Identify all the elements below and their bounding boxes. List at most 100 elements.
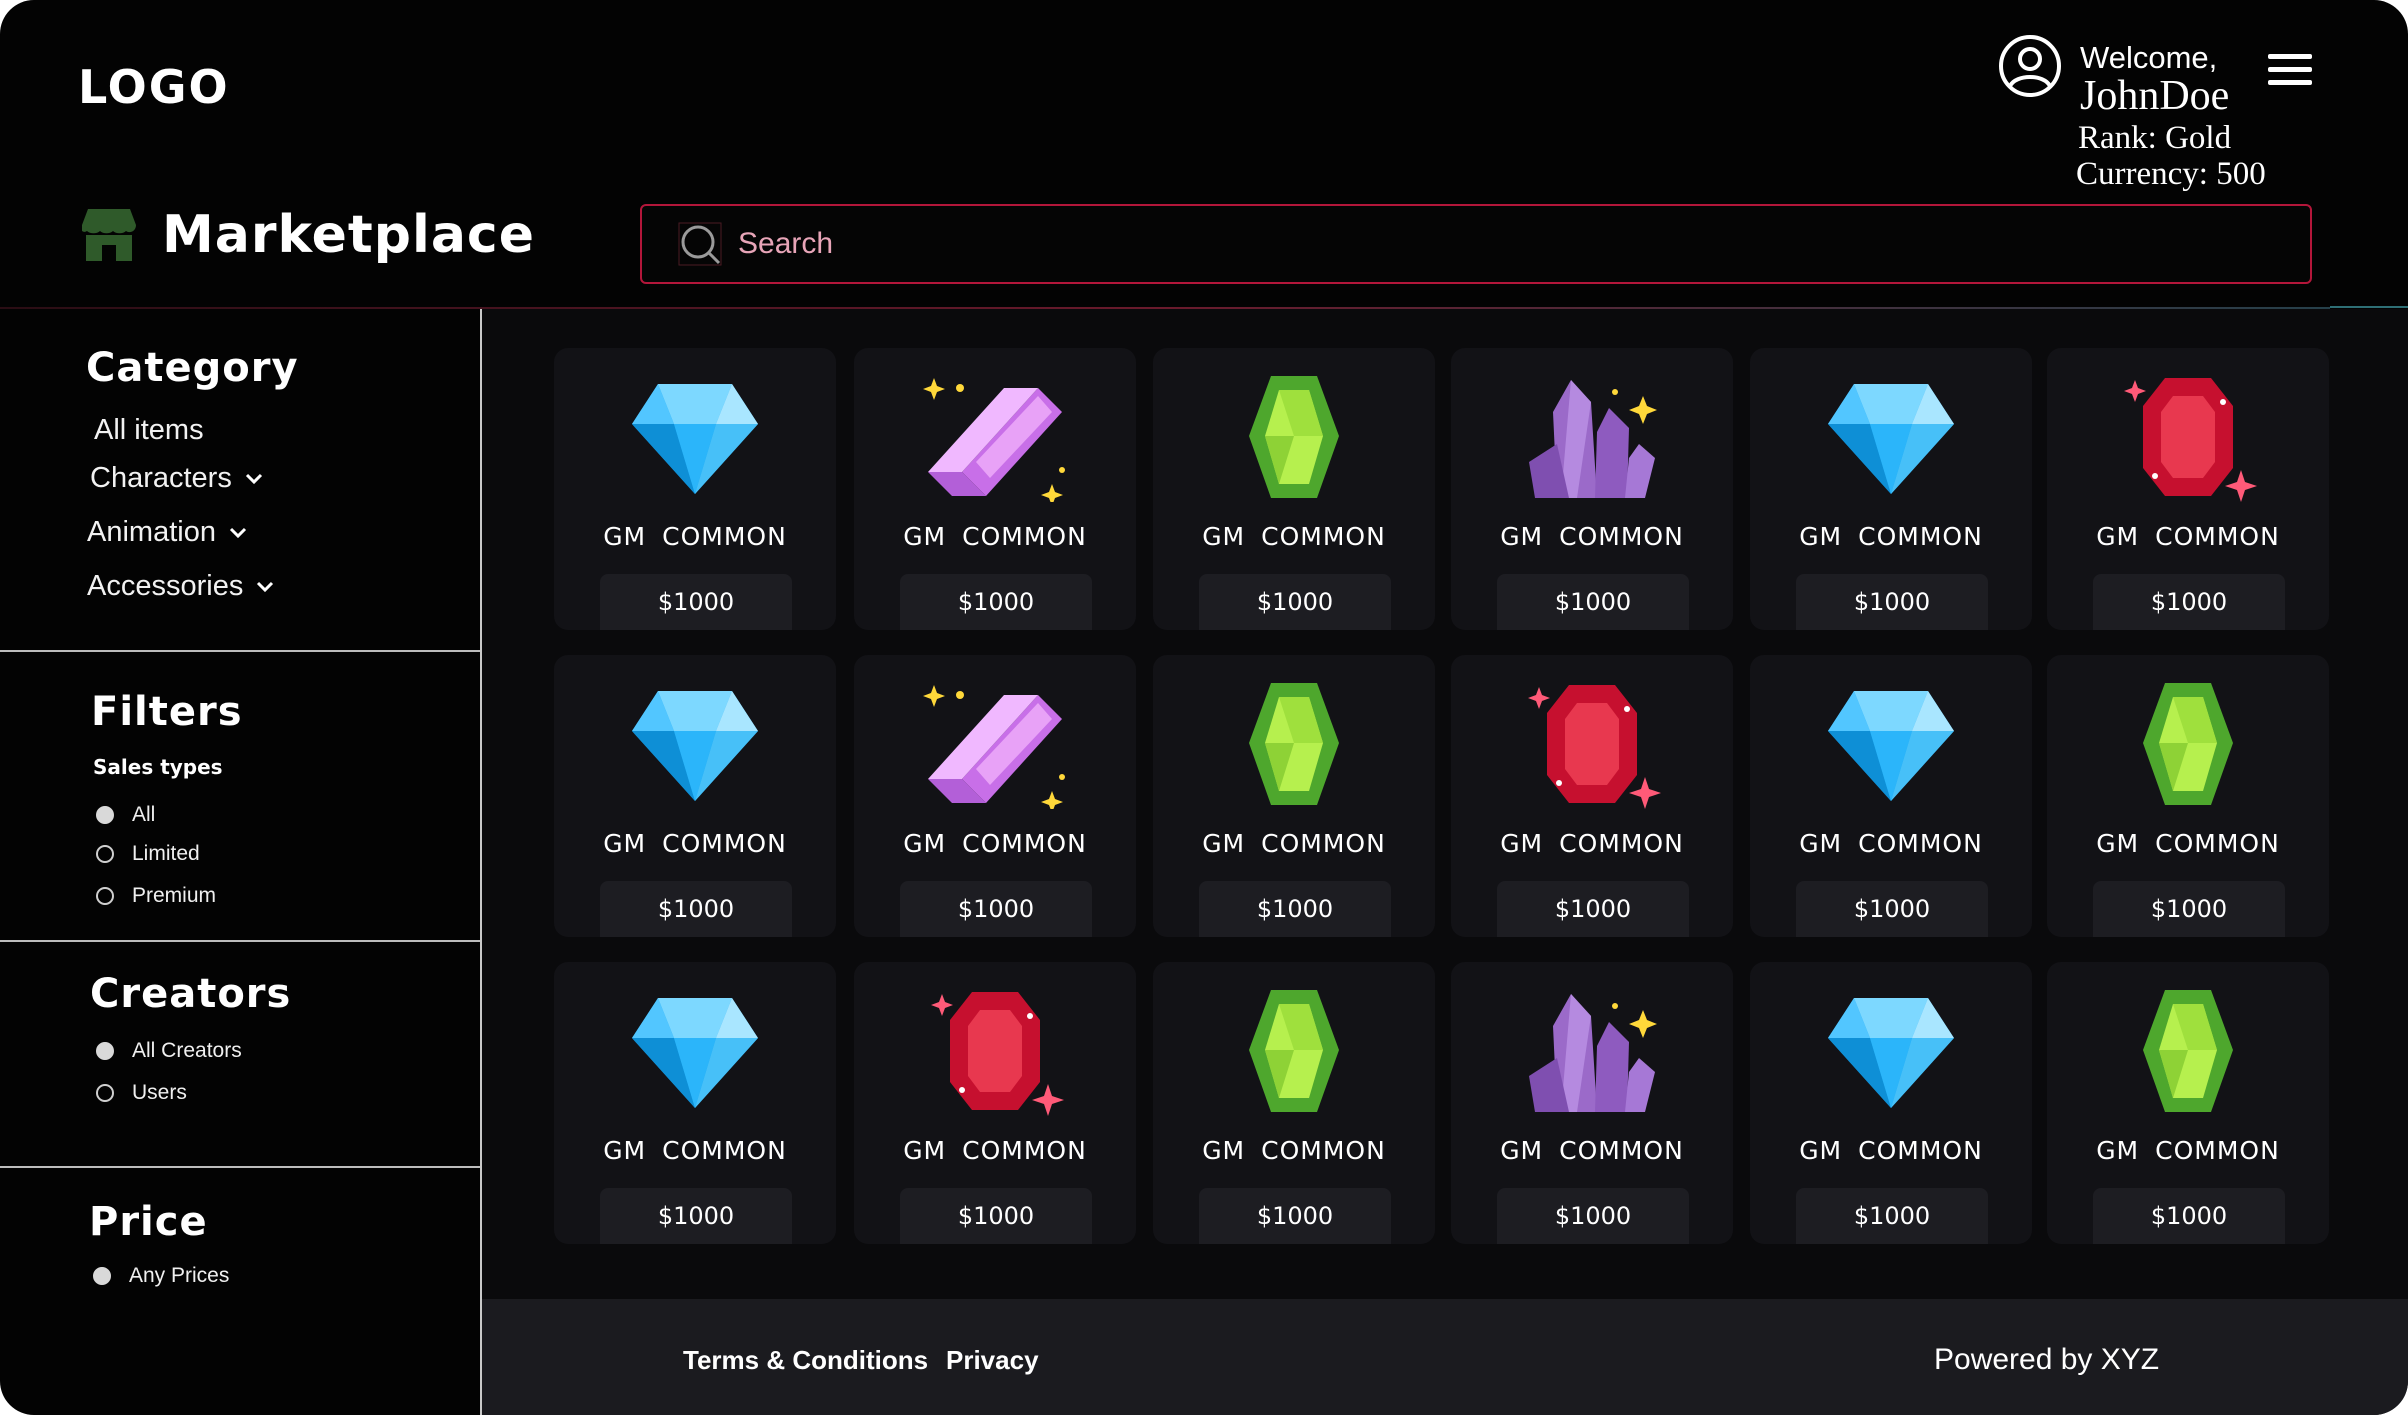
item-card[interactable]: GM COMMON $1000	[554, 655, 836, 937]
search-bar[interactable]	[640, 204, 2312, 284]
item-tag: GM COMMON	[854, 522, 1136, 551]
item-price-button[interactable]: $1000	[1796, 1188, 1988, 1244]
item-card[interactable]: GM COMMON $1000	[1153, 348, 1435, 630]
category-item-all-items[interactable]: All items	[94, 414, 204, 447]
radio-button-selected[interactable]	[96, 806, 114, 824]
filter-option-label: Limited	[132, 842, 200, 865]
creators-heading: Creators	[90, 971, 292, 1017]
category-item-animation[interactable]: Animation	[87, 516, 248, 549]
creator-option-users[interactable]: Users	[96, 1081, 187, 1105]
user-avatar-icon[interactable]	[1998, 34, 2062, 98]
category-item-label: Characters	[90, 462, 232, 494]
creator-option-label: All Creators	[132, 1039, 242, 1062]
item-price-button[interactable]: $1000	[600, 1188, 792, 1244]
item-price-button[interactable]: $1000	[900, 881, 1092, 937]
item-prefix: GM	[1500, 1136, 1544, 1165]
red-ruby-icon	[2113, 372, 2263, 502]
item-price-button[interactable]: $1000	[2093, 574, 2285, 630]
radio-button[interactable]	[96, 887, 114, 905]
item-price-button[interactable]: $1000	[1497, 574, 1689, 630]
item-prefix: GM	[903, 522, 947, 551]
logo[interactable]: LOGO	[78, 60, 230, 114]
sidebar-divider	[0, 1166, 480, 1168]
item-prefix: GM	[1799, 522, 1843, 551]
category-item-accessories[interactable]: Accessories	[87, 570, 275, 603]
filter-option-all[interactable]: All	[96, 803, 155, 827]
user-currency: Currency: 500	[2076, 156, 2266, 192]
item-card[interactable]: GM COMMON $1000	[1451, 655, 1733, 937]
item-price-button[interactable]: $1000	[1199, 1188, 1391, 1244]
pink-crystal-icon	[920, 372, 1070, 506]
item-card[interactable]: GM COMMON $1000	[2047, 348, 2329, 630]
item-price-button[interactable]: $1000	[1497, 1188, 1689, 1244]
item-card[interactable]: GM COMMON $1000	[554, 348, 836, 630]
item-rarity: COMMON	[1559, 1136, 1684, 1165]
item-tag: GM COMMON	[2047, 1136, 2329, 1165]
category-item-characters[interactable]: Characters	[90, 462, 264, 495]
item-card[interactable]: GM COMMON $1000	[1153, 655, 1435, 937]
item-card[interactable]: GM COMMON $1000	[1750, 655, 2032, 937]
item-price-button[interactable]: $1000	[1199, 881, 1391, 937]
item-price-button[interactable]: $1000	[2093, 1188, 2285, 1244]
filters-heading: Filters	[91, 689, 243, 735]
app-frame: LOGO Marketplace Welcome, JohnDoe Rank: …	[0, 0, 2408, 1415]
item-prefix: GM	[903, 829, 947, 858]
item-card[interactable]: GM COMMON $1000	[854, 348, 1136, 630]
filter-option-limited[interactable]: Limited	[96, 842, 200, 866]
item-price-button[interactable]: $1000	[1497, 881, 1689, 937]
item-prefix: GM	[1799, 829, 1843, 858]
item-price-button[interactable]: $1000	[2093, 881, 2285, 937]
item-card[interactable]: GM COMMON $1000	[1750, 348, 2032, 630]
item-rarity: COMMON	[1261, 1136, 1386, 1165]
blue-diamond-icon	[620, 372, 770, 502]
filter-option-premium[interactable]: Premium	[96, 884, 216, 908]
item-card[interactable]: GM COMMON $1000	[1750, 962, 2032, 1244]
item-card[interactable]: GM COMMON $1000	[2047, 655, 2329, 937]
item-tag: GM COMMON	[1750, 522, 2032, 551]
item-rarity: COMMON	[2155, 829, 2280, 858]
item-rarity: COMMON	[1858, 522, 1983, 551]
item-price-button[interactable]: $1000	[900, 574, 1092, 630]
item-prefix: GM	[1799, 1136, 1843, 1165]
item-price-button[interactable]: $1000	[900, 1188, 1092, 1244]
purple-crystal-cluster-icon	[1517, 372, 1667, 502]
item-price-button[interactable]: $1000	[600, 881, 792, 937]
radio-button[interactable]	[96, 1084, 114, 1102]
item-price-button[interactable]: $1000	[1796, 881, 1988, 937]
terms-link[interactable]: Terms & Conditions	[683, 1345, 928, 1376]
item-price-button[interactable]: $1000	[1199, 574, 1391, 630]
item-price-button[interactable]: $1000	[1796, 574, 1988, 630]
filter-option-label: Premium	[132, 884, 217, 907]
item-card[interactable]: GM COMMON $1000	[854, 962, 1136, 1244]
price-option-any[interactable]: Any Prices	[93, 1264, 229, 1288]
sidebar: Category All items Characters Animation …	[0, 309, 482, 1415]
item-card[interactable]: GM COMMON $1000	[1451, 348, 1733, 630]
item-tag: GM COMMON	[554, 522, 836, 551]
item-prefix: GM	[1500, 829, 1544, 858]
radio-button-selected[interactable]	[93, 1267, 111, 1285]
creator-option-all-creators[interactable]: All Creators	[96, 1039, 242, 1063]
item-card[interactable]: GM COMMON $1000	[854, 655, 1136, 937]
item-prefix: GM	[1202, 522, 1246, 551]
item-tag: GM COMMON	[854, 829, 1136, 858]
hamburger-menu-icon[interactable]	[2268, 52, 2312, 88]
page-title: Marketplace	[82, 205, 535, 265]
sidebar-divider	[0, 940, 480, 942]
item-tag: GM COMMON	[1750, 1136, 2032, 1165]
item-prefix: GM	[2096, 829, 2140, 858]
price-heading: Price	[89, 1199, 208, 1245]
privacy-link[interactable]: Privacy	[946, 1345, 1039, 1376]
radio-button[interactable]	[96, 845, 114, 863]
item-card[interactable]: GM COMMON $1000	[554, 962, 836, 1244]
item-card[interactable]: GM COMMON $1000	[2047, 962, 2329, 1244]
item-tag: GM COMMON	[554, 829, 836, 858]
item-card[interactable]: GM COMMON $1000	[1451, 962, 1733, 1244]
radio-button-selected[interactable]	[96, 1042, 114, 1060]
chevron-down-icon	[245, 473, 262, 484]
item-card[interactable]: GM COMMON $1000	[1153, 962, 1435, 1244]
item-price-button[interactable]: $1000	[600, 574, 792, 630]
item-tag: GM COMMON	[1451, 522, 1733, 551]
search-input[interactable]	[736, 226, 2240, 262]
item-tag: GM COMMON	[1451, 1136, 1733, 1165]
item-prefix: GM	[2096, 522, 2140, 551]
